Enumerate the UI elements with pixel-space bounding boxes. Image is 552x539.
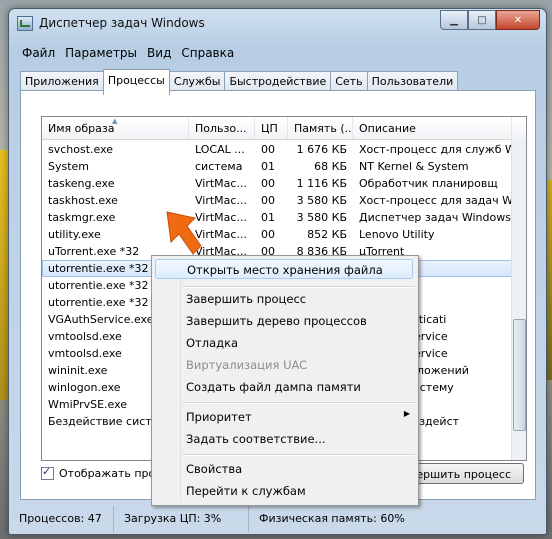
process-name: taskeng.exe bbox=[48, 177, 115, 190]
table-row[interactable]: svchost.exe LOCAL ... 00 1 676 КБ Хост-проце… bbox=[42, 141, 512, 158]
tab-services[interactable]: Службы bbox=[168, 71, 226, 92]
menu-file[interactable]: Файл bbox=[17, 44, 60, 62]
menu-set-affinity[interactable]: Задать соответствие... bbox=[186, 432, 326, 446]
close-button[interactable]: ✕ bbox=[496, 10, 540, 30]
menu-properties[interactable]: Свойства bbox=[186, 462, 242, 476]
tab-performance[interactable]: Быстродействие bbox=[224, 71, 332, 92]
menu-separator bbox=[182, 402, 415, 404]
tab-strip: Приложения Процессы Службы Быстродействи… bbox=[20, 69, 459, 95]
process-cpu: 01 bbox=[261, 160, 275, 173]
table-row[interactable]: taskhost.exe VirtMac... 00 3 580 КБ Хост-про… bbox=[42, 192, 512, 209]
minimize-button[interactable]: ▁ bbox=[440, 10, 468, 30]
sort-ascending-icon: ▲ bbox=[112, 117, 118, 125]
status-bar: Процессов: 47 Загрузка ЦП: 3% Физическая… bbox=[9, 506, 546, 532]
menu-open-file-location[interactable]: Открыть место хранения файла bbox=[155, 259, 413, 279]
menu-help[interactable]: Справка bbox=[176, 44, 239, 62]
process-user: VirtMac... bbox=[195, 177, 247, 190]
process-memory: 3 580 КБ bbox=[296, 211, 347, 224]
status-processes: Процессов: 47 bbox=[9, 506, 114, 532]
vertical-scrollbar[interactable] bbox=[511, 139, 526, 460]
table-row[interactable]: System система 01 68 КБ NT Kernel & System bbox=[42, 158, 512, 175]
menu-separator bbox=[182, 454, 415, 456]
maximize-button[interactable]: □ bbox=[468, 10, 496, 30]
column-image-name-label: Имя образа bbox=[48, 122, 115, 135]
tab-users[interactable]: Пользователи bbox=[366, 71, 459, 92]
process-cpu: 00 bbox=[261, 143, 275, 156]
process-cpu: 00 bbox=[261, 228, 275, 241]
maximize-icon: □ bbox=[477, 14, 487, 26]
menu-create-dump[interactable]: Создать файл дампа памяти bbox=[186, 380, 361, 394]
column-user[interactable]: Пользо... bbox=[189, 117, 255, 139]
scrollbar-thumb[interactable] bbox=[513, 319, 526, 431]
process-cpu: 01 bbox=[261, 211, 275, 224]
close-icon: ✕ bbox=[513, 14, 523, 26]
minimize-icon: ▁ bbox=[450, 14, 458, 26]
task-manager-icon bbox=[17, 16, 33, 31]
window-title: Диспетчер задач Windows bbox=[39, 16, 205, 30]
process-memory: 3 580 КБ bbox=[296, 194, 347, 207]
menu-end-process-tree[interactable]: Завершить дерево процессов bbox=[186, 314, 367, 328]
menu-priority[interactable]: Приоритет bbox=[186, 410, 252, 424]
show-all-checkbox[interactable] bbox=[41, 465, 54, 480]
process-name: System bbox=[48, 160, 90, 173]
column-header-row: ▲ Имя образа Пользо... ЦП Память (... Оп… bbox=[42, 117, 526, 140]
process-user: VirtMac... bbox=[195, 194, 247, 207]
context-menu: Открыть место хранения файла Завершить п… bbox=[151, 255, 419, 506]
process-description: Обработчик планировщ bbox=[359, 177, 498, 190]
orange-pointer-arrow-icon bbox=[166, 211, 202, 255]
menu-bar: Файл Параметры Вид Справка bbox=[9, 44, 546, 62]
column-cpu[interactable]: ЦП bbox=[255, 117, 288, 139]
process-description: NT Kernel & System bbox=[359, 160, 469, 173]
menu-view[interactable]: Вид bbox=[142, 44, 176, 62]
window-controls: ▁ □ ✕ bbox=[440, 10, 540, 30]
process-description: Хост-процесс для служб W bbox=[359, 143, 512, 156]
status-cpu: Загрузка ЦП: 3% bbox=[114, 506, 249, 532]
column-image-name[interactable]: ▲ Имя образа bbox=[42, 117, 189, 139]
process-memory: 1 116 КБ bbox=[296, 177, 347, 190]
process-user: LOCAL ... bbox=[195, 143, 245, 156]
table-row[interactable]: taskeng.exe VirtMac... 00 1 116 КБ Обработчи… bbox=[42, 175, 512, 192]
process-memory: 1 676 КБ bbox=[296, 143, 347, 156]
menu-debug[interactable]: Отладка bbox=[186, 336, 238, 350]
process-memory: 852 КБ bbox=[307, 228, 347, 241]
menu-options[interactable]: Параметры bbox=[60, 44, 142, 62]
process-name: taskhost.exe bbox=[48, 194, 118, 207]
menu-go-to-services[interactable]: Перейти к службам bbox=[186, 484, 306, 498]
column-memory[interactable]: Память (... bbox=[288, 117, 353, 139]
menu-uac-virtualization: Виртуализация UAC bbox=[186, 358, 308, 372]
tab-network[interactable]: Сеть bbox=[330, 71, 368, 92]
process-description: Диспетчер задач Windows bbox=[359, 211, 511, 224]
process-description: Lenovo Utility bbox=[359, 228, 435, 241]
menu-separator bbox=[182, 286, 415, 288]
table-row[interactable]: taskmgr.exe VirtMac... 01 3 580 КБ Диспетчер… bbox=[42, 209, 512, 226]
column-description[interactable]: Описание bbox=[353, 117, 512, 139]
tab-processes[interactable]: Процессы bbox=[102, 69, 170, 95]
process-description: Хост-процесс для задач W bbox=[359, 194, 512, 207]
submenu-arrow-icon: ▶ bbox=[403, 409, 410, 418]
process-name: svchost.exe bbox=[48, 143, 114, 156]
process-memory: 68 КБ bbox=[314, 160, 347, 173]
process-user: система bbox=[195, 160, 243, 173]
title-bar[interactable]: Диспетчер задач Windows ▁ □ ✕ bbox=[9, 9, 546, 37]
tab-applications[interactable]: Приложения bbox=[20, 71, 104, 92]
status-memory: Физическая память: 60% bbox=[259, 512, 405, 525]
process-cpu: 00 bbox=[261, 194, 275, 207]
process-cpu: 00 bbox=[261, 177, 275, 190]
table-row[interactable]: utility.exe VirtMac... 00 852 КБ Lenovo Util… bbox=[42, 226, 512, 243]
menu-end-process[interactable]: Завершить процесс bbox=[186, 292, 306, 306]
